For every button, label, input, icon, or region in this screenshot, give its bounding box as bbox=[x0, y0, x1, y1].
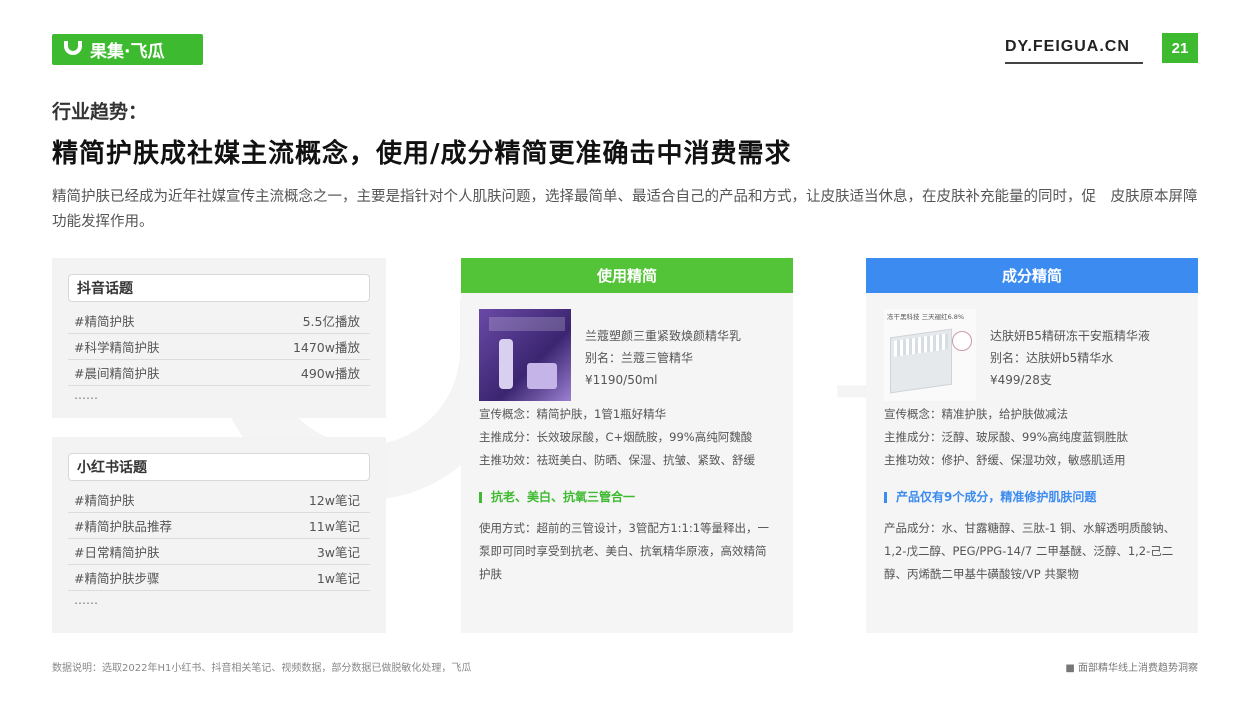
card-body: 宣传概念：精准护肤，给护肤做减法 主推成分：泛醇、玻尿酸、99%高纯度蓝铜胜肽 … bbox=[866, 403, 1198, 586]
key-ingredients: 主推成分：长效玻尿酸，C+烟酰胺，99%高纯阿魏酸 bbox=[479, 430, 753, 444]
topic-row: #日常精简护肤 3w笔记 bbox=[68, 539, 370, 565]
topic-row: #精简护肤品推荐 11w笔记 bbox=[68, 513, 370, 539]
report-source: ■ 面部精华线上消费趋势洞察 bbox=[1065, 663, 1198, 674]
product-summary: 冻干黑科技 三天褪红6.8% 达肤妍B5精研冻干安瓶精华液 别名：达肤妍b5精华… bbox=[866, 293, 1198, 401]
topic-tag: #日常精简护肤 bbox=[74, 545, 160, 560]
topic-tag: #精简护肤 bbox=[74, 314, 135, 329]
topic-row: #晨间精简护肤 490w播放 bbox=[68, 360, 370, 386]
product-info: 达肤妍B5精研冻干安瓶精华液 别名：达肤妍b5精华水 ¥499/28支 bbox=[976, 309, 1150, 401]
xiaohongshu-topic-panel: 小红书话题 #精简护肤 12w笔记 #精简护肤品推荐 11w笔记 #日常精简护肤… bbox=[52, 437, 386, 633]
highlight-line: 抗老、美白、抗氧三管合一 bbox=[479, 486, 775, 509]
douyin-topic-panel: 抖音话题 #精简护肤 5.5亿播放 #科学精简护肤 1470w播放 #晨间精简护… bbox=[52, 258, 386, 418]
product-price: ¥1190/50ml bbox=[585, 373, 658, 387]
logo-icon bbox=[64, 40, 82, 55]
ingredient-list: 产品成分：水、甘露糖醇、三肽-1 铜、水解透明质酸钠、1,2-戊二醇、PEG/P… bbox=[884, 521, 1176, 581]
topic-row: #精简护肤步骤 1w笔记 bbox=[68, 565, 370, 591]
use-simplification-card: 使用精简 兰蔻塑颜三重紧致焕颜精华乳 别名：兰蔻三管精华 ¥1190/50ml … bbox=[461, 258, 793, 633]
topic-tag: #晨间精简护肤 bbox=[74, 366, 160, 381]
topic-value: 1470w播放 bbox=[292, 340, 360, 355]
card-body: 宣传概念：精简护肤，1管1瓶好精华 主推成分：长效玻尿酸，C+烟酰胺，99%高纯… bbox=[461, 403, 793, 586]
product-bottle bbox=[499, 339, 513, 389]
section-subtitle: 行业趋势： bbox=[52, 101, 148, 123]
card-header: 使用精简 bbox=[461, 258, 793, 293]
logo-text: 果集·飞瓜 bbox=[90, 42, 165, 62]
promo-concept: 宣传概念：精简护肤，1管1瓶好精华 bbox=[479, 407, 667, 421]
highlight-bar bbox=[479, 492, 482, 503]
data-footnote: 数据说明：选取2022年H1小红书、抖音相关笔记、视频数据，部分数据已做脱敏化处… bbox=[52, 663, 472, 674]
product-name: 达肤妍B5精研冻干安瓶精华液 bbox=[990, 329, 1150, 343]
product-alias: 别名：达肤妍b5精华水 bbox=[990, 351, 1114, 365]
product-price: ¥499/28支 bbox=[990, 373, 1052, 387]
topic-value: 1w笔记 bbox=[316, 571, 360, 586]
product-seal bbox=[952, 331, 972, 351]
topic-tag: #精简护肤 bbox=[74, 493, 135, 508]
promo-concept: 宣传概念：精准护肤，给护肤做减法 bbox=[884, 407, 1068, 421]
key-efficacy: 主推功效：修护、舒缓、保湿功效，敏感肌适用 bbox=[884, 453, 1126, 467]
ingredient-simplification-card: 成分精简 冻干黑科技 三天褪红6.8% 达肤妍B5精研冻干安瓶精华液 别名：达肤… bbox=[866, 258, 1198, 633]
site-url: DY.FEIGUA.CN bbox=[1005, 38, 1130, 55]
topic-value: 5.5亿播放 bbox=[302, 314, 360, 329]
topic-row: #精简护肤 5.5亿播放 bbox=[68, 308, 370, 334]
topic-value: 11w笔记 bbox=[308, 519, 360, 534]
product-jar bbox=[527, 363, 557, 389]
product-info: 兰蔻塑颜三重紧致焕颜精华乳 别名：兰蔻三管精华 ¥1190/50ml bbox=[571, 309, 741, 401]
topic-value: 490w播放 bbox=[300, 366, 360, 381]
topic-more: …… bbox=[74, 388, 98, 402]
topic-value: 3w笔记 bbox=[316, 545, 360, 560]
page-title: 精简护肤成社媒主流概念，使用/成分精简更准确击中消费需求 bbox=[52, 139, 792, 169]
highlight-bar bbox=[884, 492, 887, 503]
brand-logo: 果集·飞瓜 bbox=[52, 34, 203, 65]
topic-tag: #精简护肤步骤 bbox=[74, 571, 160, 586]
topic-tag: #科学精简护肤 bbox=[74, 340, 160, 355]
product-banner bbox=[489, 317, 565, 331]
usage-method: 使用方式：超前的三管设计，3管配方1:1:1等量释出，一泵即可同时享受到抗老、美… bbox=[479, 521, 770, 581]
topic-row: #科学精简护肤 1470w播放 bbox=[68, 334, 370, 360]
drl-product-image: 冻干黑科技 三天褪红6.8% bbox=[884, 309, 976, 401]
product-summary: 兰蔻塑颜三重紧致焕颜精华乳 别名：兰蔻三管精华 ¥1190/50ml bbox=[461, 293, 793, 401]
highlight-text: 抗老、美白、抗氧三管合一 bbox=[491, 490, 636, 504]
xiaohongshu-topic-heading: 小红书话题 bbox=[68, 453, 370, 481]
highlight-text: 产品仅有9个成分，精准修护肌肤问题 bbox=[896, 490, 1097, 504]
key-ingredients: 主推成分：泛醇、玻尿酸、99%高纯度蓝铜胜肽 bbox=[884, 430, 1129, 444]
page-description: 精简护肤已经成为近年社媒宣传主流概念之一，主要是指针对个人肌肤问题，选择最简单、… bbox=[52, 189, 1198, 230]
topic-tag: #精简护肤品推荐 bbox=[74, 519, 172, 534]
product-alias: 别名：兰蔻三管精华 bbox=[585, 351, 694, 365]
douyin-topic-heading: 抖音话题 bbox=[68, 274, 370, 302]
site-underline bbox=[1005, 62, 1143, 64]
product-name: 兰蔻塑颜三重紧致焕颜精华乳 bbox=[585, 329, 742, 343]
image-caption: 冻干黑科技 三天褪红6.8% bbox=[887, 313, 965, 321]
card-header: 成分精简 bbox=[866, 258, 1198, 293]
lancome-product-image bbox=[479, 309, 571, 401]
topic-row: #精简护肤 12w笔记 bbox=[68, 487, 370, 513]
topic-value: 12w笔记 bbox=[308, 493, 360, 508]
topic-more: …… bbox=[74, 593, 98, 607]
page-number: 21 bbox=[1162, 33, 1198, 63]
key-efficacy: 主推功效：祛斑美白、防晒、保湿、抗皱、紧致、舒缓 bbox=[479, 453, 755, 467]
highlight-line: 产品仅有9个成分，精准修护肌肤问题 bbox=[884, 486, 1180, 509]
